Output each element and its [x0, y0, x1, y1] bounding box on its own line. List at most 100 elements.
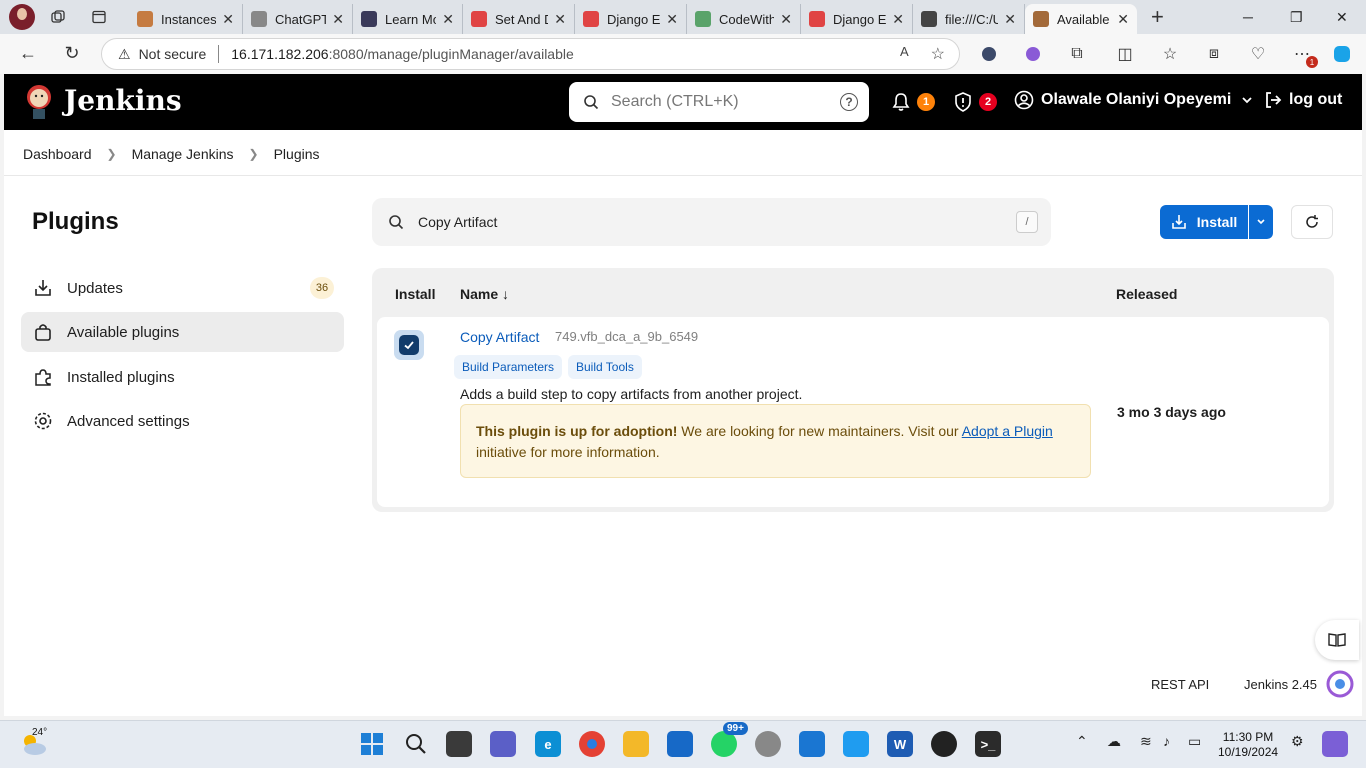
- tray-overflow-icon[interactable]: ⌃: [1076, 733, 1088, 750]
- search-input[interactable]: [611, 93, 831, 111]
- plugin-tag-build-tools[interactable]: Build Tools: [568, 355, 642, 379]
- bell-icon[interactable]: [890, 91, 912, 113]
- jenkins-version-link[interactable]: Jenkins 2.45: [1244, 677, 1317, 692]
- sidebar-item-advanced-settings[interactable]: Advanced settings: [21, 401, 344, 441]
- extension-icon[interactable]: [977, 42, 1001, 66]
- chevron-down-icon[interactable]: [1241, 94, 1253, 106]
- sidebar-item-updates[interactable]: Updates 36: [21, 268, 344, 308]
- start-menu-icon[interactable]: [359, 731, 385, 757]
- back-icon[interactable]: ←: [17, 43, 39, 64]
- install-options-dropdown[interactable]: [1249, 205, 1273, 239]
- copilot-icon[interactable]: [1330, 42, 1354, 66]
- vscode-icon[interactable]: [843, 731, 869, 757]
- plugin-filter[interactable]: /: [372, 198, 1051, 246]
- close-tab-icon[interactable]: ✕: [892, 11, 904, 28]
- breadcrumb-dashboard[interactable]: Dashboard: [23, 146, 92, 162]
- help-icon[interactable]: ?: [840, 93, 858, 111]
- edge-icon[interactable]: e: [535, 731, 561, 757]
- immersive-reader-icon[interactable]: [1315, 620, 1359, 660]
- copilot-taskbar-icon[interactable]: [1322, 731, 1348, 757]
- logout-label[interactable]: log out: [1289, 91, 1342, 109]
- word-icon[interactable]: W: [887, 731, 913, 757]
- notepad-icon[interactable]: [799, 731, 825, 757]
- browser-tab[interactable]: Instances ✕: [129, 4, 243, 34]
- profile-avatar[interactable]: [9, 4, 35, 30]
- plugin-tag-build-parameters[interactable]: Build Parameters: [454, 355, 563, 379]
- browser-essentials-icon[interactable]: ♡: [1246, 42, 1270, 66]
- favorites-icon[interactable]: ☆: [1158, 42, 1182, 66]
- warning-icon[interactable]: ⚠: [118, 46, 131, 63]
- restore-icon[interactable]: ❐: [1290, 0, 1303, 34]
- browser-tab[interactable]: Set And D ✕: [463, 4, 575, 34]
- sidebar-item-installed-plugins[interactable]: Installed plugins: [21, 357, 344, 397]
- column-header-released[interactable]: Released: [1116, 286, 1177, 302]
- new-tab-icon[interactable]: +: [1151, 4, 1164, 30]
- browser-tab-active[interactable]: Available ✕: [1025, 4, 1137, 34]
- read-aloud-icon[interactable]: A: [900, 44, 909, 64]
- close-tab-icon[interactable]: ✕: [222, 11, 234, 28]
- search-icon[interactable]: [403, 731, 429, 757]
- close-window-icon[interactable]: ✕: [1336, 0, 1348, 34]
- battery-icon[interactable]: ▭: [1188, 733, 1201, 750]
- column-header-name[interactable]: Name ↓: [460, 286, 509, 302]
- terminal-icon[interactable]: >_: [975, 731, 1001, 757]
- plugin-filter-input[interactable]: [418, 214, 978, 230]
- workspaces-icon[interactable]: [47, 6, 69, 28]
- jenkins-brand[interactable]: Jenkins: [64, 84, 182, 117]
- rest-api-link[interactable]: REST API: [1151, 677, 1209, 692]
- onedrive-icon[interactable]: ☁: [1107, 733, 1121, 750]
- browser-tab[interactable]: Django Ec ✕: [575, 4, 687, 34]
- clock-app-icon[interactable]: [755, 731, 781, 757]
- temperature-label: 24°: [32, 727, 48, 738]
- close-tab-icon[interactable]: ✕: [1004, 11, 1016, 28]
- favorite-star-icon[interactable]: ☆: [931, 44, 945, 64]
- collections-icon[interactable]: ⧈: [1202, 42, 1226, 66]
- close-tab-icon[interactable]: ✕: [780, 11, 792, 28]
- file-explorer-icon[interactable]: [623, 731, 649, 757]
- task-view-icon[interactable]: [446, 731, 472, 757]
- logout-link[interactable]: log out: [1263, 90, 1342, 110]
- close-tab-icon[interactable]: ✕: [332, 11, 344, 28]
- user-menu[interactable]: Olawale Olaniyi Opeyemi: [1014, 90, 1253, 110]
- close-tab-icon[interactable]: ✕: [554, 11, 566, 28]
- browser-tab[interactable]: Django Ec ✕: [801, 4, 913, 34]
- microsoft-store-icon[interactable]: [667, 731, 693, 757]
- breadcrumb-plugins[interactable]: Plugins: [274, 146, 320, 162]
- copilot-extension-icon[interactable]: [1021, 42, 1045, 66]
- wifi-icon[interactable]: ≋: [1140, 733, 1152, 750]
- browser-tab[interactable]: CodeWith ✕: [687, 4, 801, 34]
- teams-meet-icon[interactable]: [490, 731, 516, 757]
- close-tab-icon[interactable]: ✕: [666, 11, 678, 28]
- breadcrumb-manage-jenkins[interactable]: Manage Jenkins: [132, 146, 234, 162]
- close-tab-icon[interactable]: ✕: [442, 11, 454, 28]
- jenkins-logo-icon[interactable]: [24, 83, 54, 121]
- browser-tab[interactable]: file:///C:/U ✕: [913, 4, 1025, 34]
- volume-icon[interactable]: ♪: [1163, 733, 1170, 749]
- sidebar-item-available-plugins[interactable]: Available plugins: [21, 312, 344, 352]
- shield-icon[interactable]: [952, 91, 974, 113]
- reload-icon[interactable]: ↻: [61, 43, 83, 64]
- browser-tab[interactable]: Learn Mo ✕: [353, 4, 463, 34]
- settings-more-icon[interactable]: ⋯ 1: [1290, 42, 1318, 68]
- close-tab-icon[interactable]: ✕: [1117, 11, 1129, 28]
- check-now-button[interactable]: [1291, 205, 1333, 239]
- security-label[interactable]: Not secure: [139, 46, 207, 62]
- minimize-icon[interactable]: ─: [1243, 0, 1253, 34]
- adopt-a-plugin-link[interactable]: Adopt a Plugin: [962, 423, 1053, 439]
- extensions-puzzle-icon[interactable]: ⧉: [1065, 42, 1089, 66]
- notifications-icon[interactable]: ⚙: [1291, 733, 1304, 750]
- install-button[interactable]: Install: [1160, 205, 1248, 239]
- tab-actions-icon[interactable]: [88, 6, 110, 28]
- split-screen-icon[interactable]: ◫: [1113, 42, 1137, 66]
- copilot-sidebar-icon[interactable]: [1324, 668, 1356, 700]
- system-clock[interactable]: 11:30 PM 10/19/2024: [1218, 730, 1278, 760]
- chrome-icon[interactable]: [579, 731, 605, 757]
- browser-tab[interactable]: ChatGPT ✕: [243, 4, 353, 34]
- user-name[interactable]: Olawale Olaniyi Opeyemi: [1041, 91, 1231, 109]
- whatsapp-icon[interactable]: 99+: [711, 722, 748, 757]
- plugin-name-link[interactable]: Copy Artifact: [460, 329, 539, 345]
- address-bar[interactable]: ⚠ Not secure 16.171.182.206:8080/manage/…: [101, 38, 960, 70]
- global-search[interactable]: ?: [569, 82, 869, 122]
- media-player-icon[interactable]: [931, 731, 957, 757]
- install-checkbox[interactable]: [394, 330, 424, 360]
